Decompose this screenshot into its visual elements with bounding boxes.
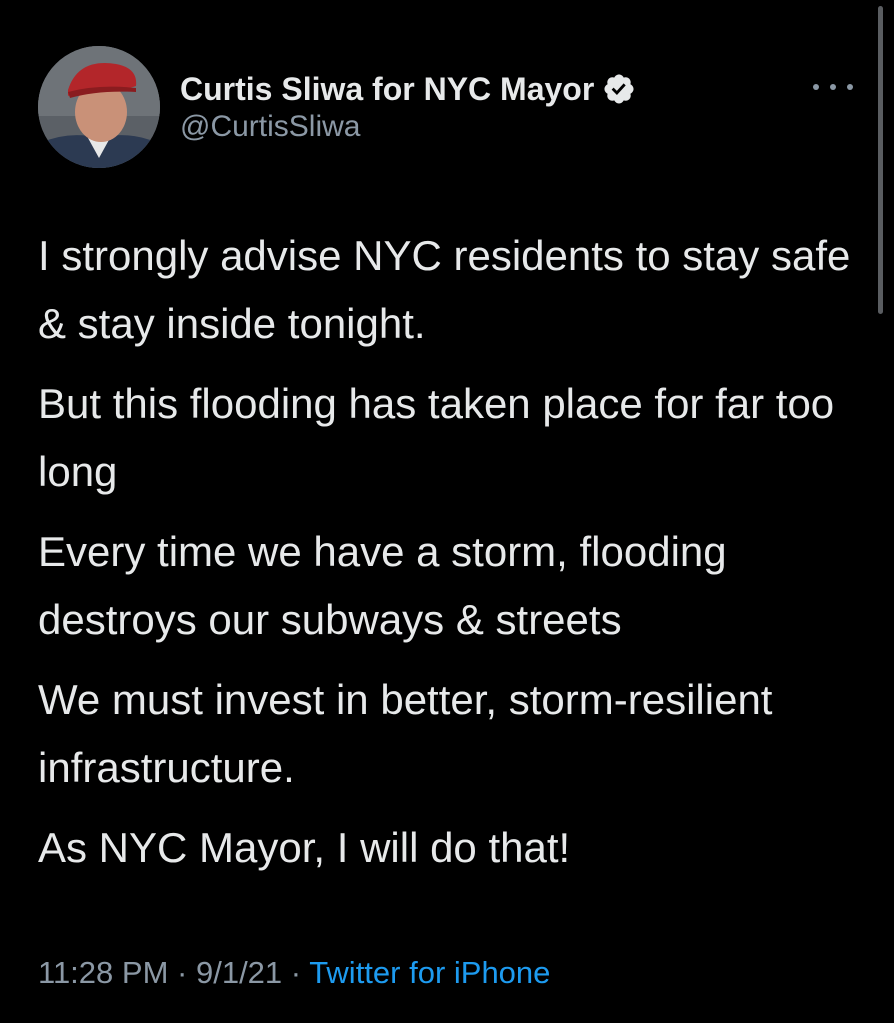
tweet-paragraph: Every time we have a storm, flooding des…: [38, 528, 727, 643]
tweet-paragraph: I strongly advise NYC residents to stay …: [38, 232, 851, 347]
separator: ·: [290, 955, 302, 990]
display-name-row: Curtis Sliwa for NYC Mayor: [180, 70, 636, 108]
more-dot: [847, 84, 853, 90]
separator: ·: [177, 955, 188, 990]
more-dot: [813, 84, 819, 90]
avatar[interactable]: [38, 46, 160, 168]
scrollbar[interactable]: [878, 6, 883, 314]
tweet-text: I strongly advise NYC residents to stay …: [38, 222, 868, 894]
tweet-source-link[interactable]: Twitter for iPhone: [309, 955, 550, 990]
author-handle[interactable]: @CurtisSliwa: [180, 110, 636, 144]
avatar-photo: [38, 46, 160, 168]
tweet-paragraph: As NYC Mayor, I will do that!: [38, 824, 571, 871]
tweet-metadata: 11:28 PM · 9/1/21 · Twitter for iPhone: [38, 955, 550, 991]
more-options-icon[interactable]: [813, 72, 853, 102]
tweet-header: Curtis Sliwa for NYC Mayor @CurtisSliwa: [38, 46, 858, 170]
verified-badge-icon: [604, 74, 634, 104]
display-name[interactable]: Curtis Sliwa for NYC Mayor: [180, 71, 594, 108]
tweet-paragraph: We must invest in better, storm-resilien…: [38, 676, 773, 791]
tweet-paragraph: But this flooding has taken place for fa…: [38, 380, 835, 495]
author-names: Curtis Sliwa for NYC Mayor @CurtisSliwa: [180, 70, 636, 144]
tweet-date[interactable]: 9/1/21: [196, 955, 282, 990]
tweet-time[interactable]: 11:28 PM: [38, 955, 168, 990]
more-dot: [830, 84, 836, 90]
tweet: Curtis Sliwa for NYC Mayor @CurtisSliwa …: [0, 0, 894, 1023]
